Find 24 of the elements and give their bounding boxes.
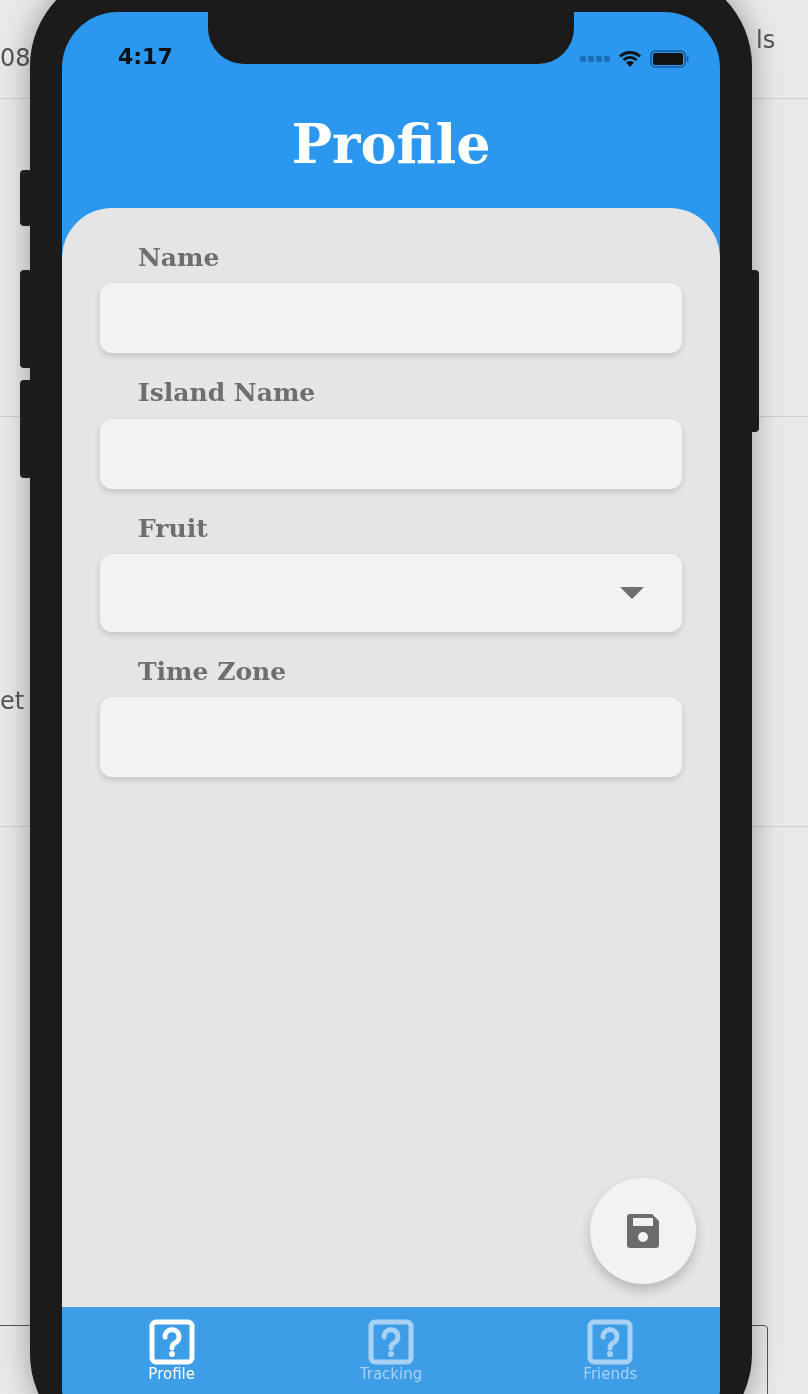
battery-icon bbox=[650, 50, 690, 68]
tab[interactable]: Friends bbox=[500, 1319, 720, 1384]
text-field[interactable] bbox=[100, 418, 682, 489]
field-label: Time Zone bbox=[137, 655, 288, 687]
save-button[interactable] bbox=[590, 1178, 696, 1284]
field-label: Island Name bbox=[137, 377, 317, 409]
background-text: 08 bbox=[0, 43, 31, 74]
text-field[interactable] bbox=[100, 283, 682, 354]
text-field[interactable] bbox=[100, 697, 682, 777]
help-icon bbox=[587, 1319, 634, 1365]
fruit-dropdown[interactable] bbox=[100, 553, 682, 632]
wifi-icon bbox=[618, 50, 642, 68]
page-title: Profile bbox=[291, 111, 491, 171]
field-label: Fruit bbox=[137, 512, 209, 544]
field-label: Name bbox=[137, 242, 221, 274]
tab[interactable]: Profile bbox=[62, 1319, 282, 1384]
tab[interactable]: Tracking bbox=[281, 1319, 501, 1384]
status-time: 4:17 bbox=[118, 46, 173, 68]
background-text: et bbox=[0, 686, 25, 717]
caret-icon bbox=[620, 586, 644, 599]
help-icon bbox=[368, 1319, 414, 1365]
background-text: ls bbox=[756, 25, 776, 56]
signal-icon bbox=[580, 56, 610, 62]
help-icon bbox=[148, 1319, 195, 1365]
